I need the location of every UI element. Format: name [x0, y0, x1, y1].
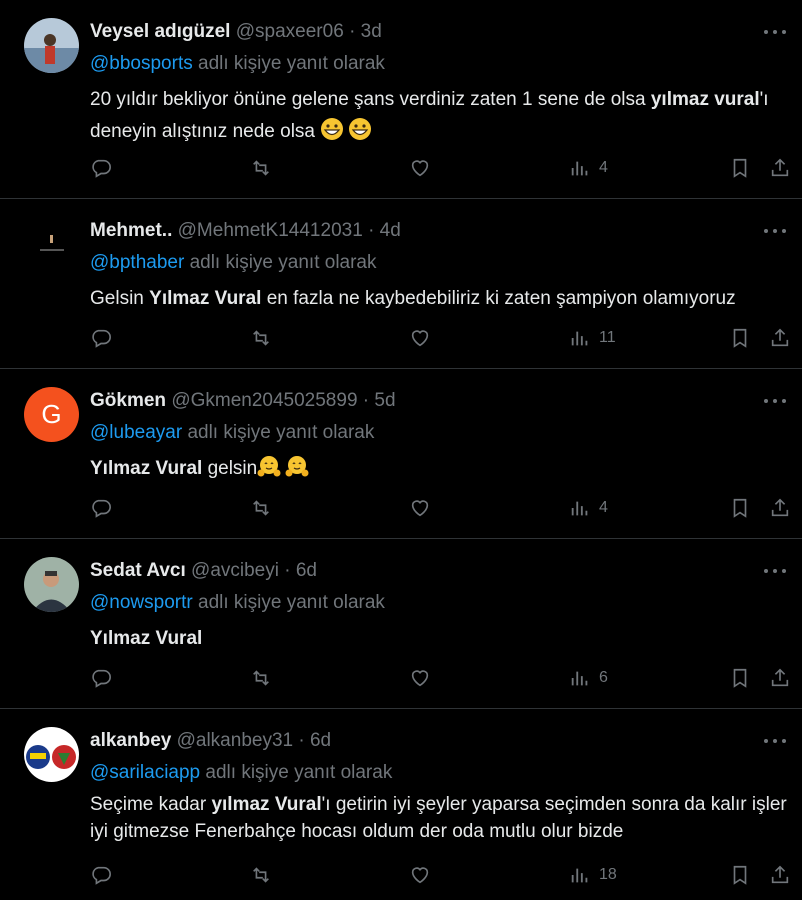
- bookmark-icon[interactable]: [729, 494, 751, 522]
- display-name[interactable]: alkanbey: [90, 730, 171, 751]
- tweet[interactable]: Veysel adıgüzel @spaxeer06 · 3d @bbospor…: [0, 0, 802, 199]
- share-icon[interactable]: [769, 324, 791, 352]
- share-icon[interactable]: [769, 494, 791, 522]
- reply-icon[interactable]: [90, 494, 112, 522]
- reply-context: @lubeayar adlı kişiye yanıt olarak: [90, 420, 374, 446]
- display-name[interactable]: Sedat Avcı: [90, 560, 186, 581]
- timestamp[interactable]: 6d: [296, 560, 317, 581]
- tweet[interactable]: Mehmet.. @MehmetK14412031 · 4d @bpthaber…: [0, 199, 802, 369]
- more-options-icon[interactable]: [760, 221, 790, 241]
- reply-context: @nowsportr adlı kişiye yanıt olarak: [90, 590, 385, 616]
- views-count: 6: [599, 669, 608, 686]
- avatar[interactable]: [24, 557, 79, 612]
- user-handle[interactable]: @alkanbey31: [177, 730, 293, 751]
- tweet[interactable]: G Gökmen @Gkmen2045025899 · 5d @lubeayar…: [0, 369, 802, 539]
- timestamp[interactable]: 4d: [380, 220, 401, 241]
- tweet-header: Mehmet.. @MehmetK14412031 · 4d: [90, 220, 401, 241]
- mention-link[interactable]: @bpthaber: [90, 252, 184, 273]
- reply-label: adlı kişiye yanıt olarak: [189, 252, 377, 273]
- reply-context: @sarilaciapp adlı kişiye yanıt olarak: [90, 760, 392, 786]
- tweet-actions: 18: [0, 861, 802, 889]
- user-handle[interactable]: @Gkmen2045025899: [171, 390, 357, 411]
- more-options-icon[interactable]: [760, 22, 790, 42]
- mention-link[interactable]: @bbosports: [90, 53, 193, 74]
- avatar[interactable]: [24, 727, 79, 782]
- views-icon[interactable]: 4: [569, 154, 608, 182]
- avatar[interactable]: [24, 18, 79, 73]
- share-icon[interactable]: [769, 154, 791, 182]
- timestamp[interactable]: 5d: [374, 390, 395, 411]
- timestamp[interactable]: 6d: [310, 730, 331, 751]
- display-name[interactable]: Gökmen: [90, 390, 166, 411]
- reply-icon[interactable]: [90, 861, 112, 889]
- tweet-text: Yılmaz Vural gelsin: [90, 453, 790, 489]
- tweet-actions: 11: [0, 324, 802, 352]
- views-icon[interactable]: 18: [569, 861, 617, 889]
- reply-label: adlı kişiye yanıt olarak: [205, 762, 393, 783]
- timestamp[interactable]: 3d: [361, 21, 382, 42]
- user-handle[interactable]: @spaxeer06: [236, 21, 344, 42]
- mention-link[interactable]: @sarilaciapp: [90, 762, 200, 783]
- views-count: 4: [599, 159, 608, 176]
- reply-icon[interactable]: [90, 324, 112, 352]
- tweet-actions: 4: [0, 154, 802, 182]
- bookmark-icon[interactable]: [729, 861, 751, 889]
- reply-icon[interactable]: [90, 154, 112, 182]
- tweet-header: alkanbey @alkanbey31 · 6d: [90, 730, 332, 751]
- views-icon[interactable]: 6: [569, 664, 608, 692]
- reply-label: adlı kişiye yanıt olarak: [198, 592, 385, 613]
- like-icon[interactable]: [409, 664, 431, 692]
- reply-label: adlı kişiye yanıt olarak: [187, 422, 375, 443]
- bookmark-icon[interactable]: [729, 664, 751, 692]
- share-icon[interactable]: [769, 861, 791, 889]
- avatar[interactable]: [24, 217, 79, 272]
- user-handle[interactable]: @MehmetK14412031: [178, 220, 363, 241]
- avatar-letter: G: [41, 399, 62, 429]
- hugging-face-emoji-icon: [257, 454, 309, 489]
- bookmark-icon[interactable]: [729, 154, 751, 182]
- retweet-icon[interactable]: [250, 494, 272, 522]
- retweet-icon[interactable]: [250, 664, 272, 692]
- retweet-icon[interactable]: [250, 324, 272, 352]
- bookmark-icon[interactable]: [729, 324, 751, 352]
- grinning-face-emoji-icon: [320, 117, 372, 152]
- reply-context: @bpthaber adlı kişiye yanıt olarak: [90, 250, 377, 276]
- share-icon[interactable]: [769, 664, 791, 692]
- tweet[interactable]: alkanbey @alkanbey31 · 6d @sarilaciapp a…: [0, 709, 802, 900]
- like-icon[interactable]: [409, 154, 431, 182]
- views-count: 11: [599, 329, 616, 346]
- tweet-actions: 4: [0, 494, 802, 522]
- reply-context: @bbosports adlı kişiye yanıt olarak: [90, 51, 385, 77]
- tweet-text: Yılmaz Vural: [90, 628, 203, 649]
- tweet-header: Sedat Avcı @avcibeyi · 6d: [90, 560, 317, 581]
- tweet-header: Gökmen @Gkmen2045025899 · 5d: [90, 390, 396, 411]
- tweet-text: 20 yıldır bekliyor önüne gelene şans ver…: [90, 84, 790, 152]
- views-count: 18: [599, 866, 617, 883]
- avatar[interactable]: G: [24, 387, 79, 442]
- more-options-icon[interactable]: [760, 391, 790, 411]
- reply-icon[interactable]: [90, 664, 112, 692]
- more-options-icon[interactable]: [760, 561, 790, 581]
- tweet-actions: 6: [0, 664, 802, 692]
- retweet-icon[interactable]: [250, 154, 272, 182]
- mention-link[interactable]: @nowsportr: [90, 592, 193, 613]
- views-icon[interactable]: 11: [569, 324, 616, 352]
- user-handle[interactable]: @avcibeyi: [191, 560, 279, 581]
- tweet-text: Gelsin Yılmaz Vural en fazla ne kaybedeb…: [90, 288, 736, 309]
- like-icon[interactable]: [409, 494, 431, 522]
- like-icon[interactable]: [409, 861, 431, 889]
- more-options-icon[interactable]: [760, 731, 790, 751]
- display-name[interactable]: Veysel adıgüzel: [90, 21, 230, 42]
- views-icon[interactable]: 4: [569, 494, 608, 522]
- like-icon[interactable]: [409, 324, 431, 352]
- tweet[interactable]: Sedat Avcı @avcibeyi · 6d @nowsportr adl…: [0, 539, 802, 709]
- mention-link[interactable]: @lubeayar: [90, 422, 182, 443]
- views-count: 4: [599, 499, 608, 516]
- retweet-icon[interactable]: [250, 861, 272, 889]
- tweet-header: Veysel adıgüzel @spaxeer06 · 3d: [90, 21, 382, 42]
- display-name[interactable]: Mehmet..: [90, 220, 172, 241]
- reply-label: adlı kişiye yanıt olarak: [198, 53, 385, 74]
- tweet-text: Seçime kadar yılmaz Vural'ı getirin iyi …: [90, 794, 787, 842]
